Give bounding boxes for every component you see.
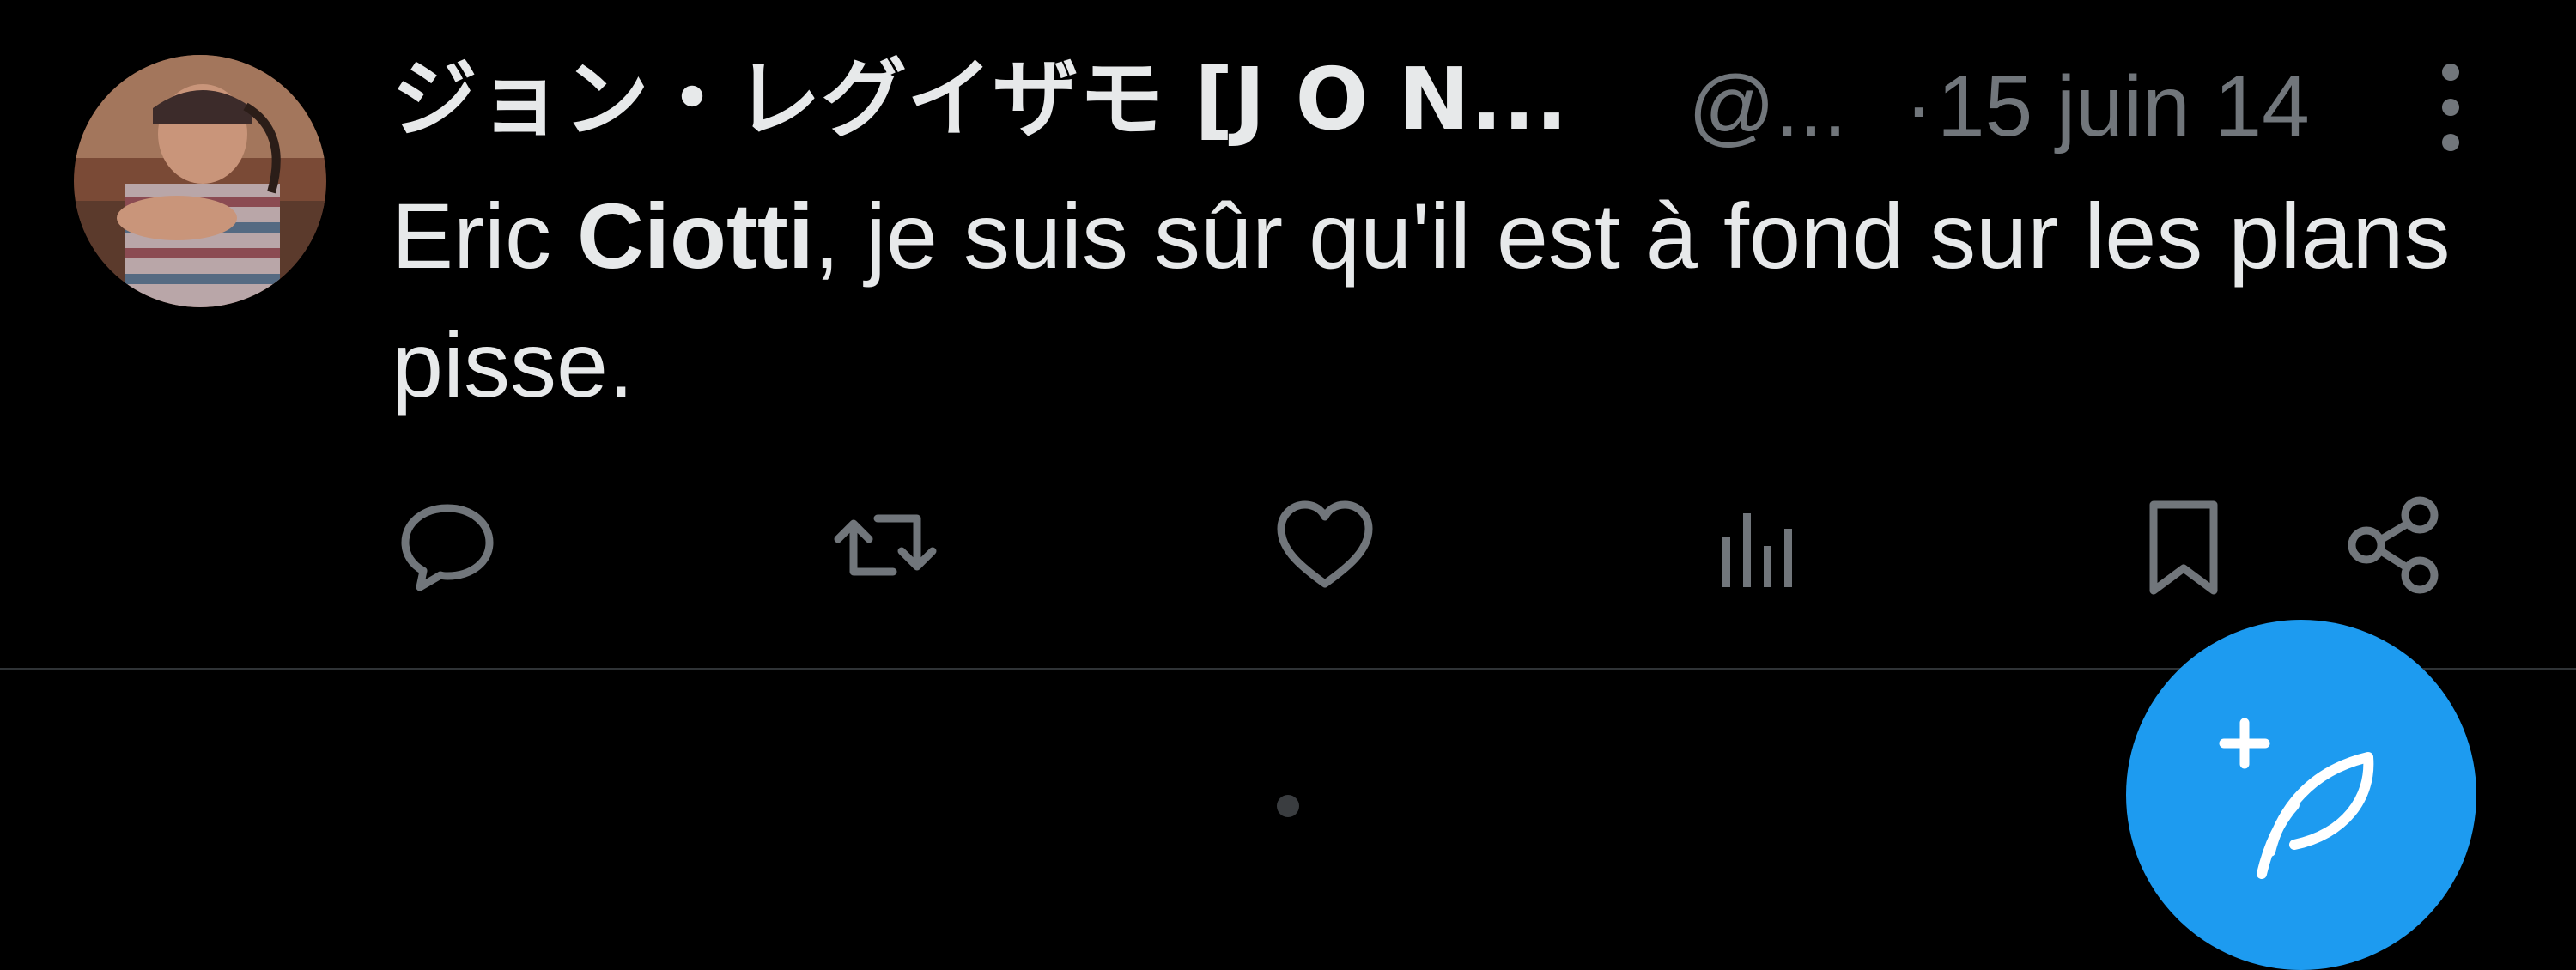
heart-icon[interactable] xyxy=(1269,489,1381,601)
tweet-text-bold: Ciotti xyxy=(577,184,814,288)
bookmark-icon[interactable] xyxy=(2128,489,2239,601)
page-indicator-dot xyxy=(1277,795,1299,817)
author-display-name[interactable]: ジョン・レグイザモ [J O N... xyxy=(392,52,1568,148)
tweet-timestamp[interactable]: 15 juin 14 xyxy=(1937,58,2310,155)
reply-icon[interactable] xyxy=(392,489,503,601)
tweet-text: Eric Ciotti, je suis sûr qu'il est à fon… xyxy=(392,172,2470,429)
retweet-icon[interactable] xyxy=(829,489,941,601)
tweet-text-start: Eric xyxy=(392,184,577,288)
views-chart-icon[interactable] xyxy=(1700,489,1812,601)
more-vertical-icon[interactable] xyxy=(2415,60,2487,155)
compose-feather-icon xyxy=(2219,718,2374,879)
header-separator: · xyxy=(1905,58,1934,155)
avatar[interactable] xyxy=(74,55,326,307)
tweet[interactable]: ジョン・レグイザモ [J O N... @... · 15 juin 14 Er… xyxy=(0,0,2576,670)
author-handle[interactable]: @... xyxy=(1688,58,1847,155)
tweet-actions xyxy=(392,489,2504,601)
tweet-header: ジョン・レグイザモ [J O N... @... · 15 juin 14 xyxy=(392,45,2366,156)
share-icon[interactable] xyxy=(2337,489,2449,601)
compose-button[interactable] xyxy=(2126,620,2476,970)
